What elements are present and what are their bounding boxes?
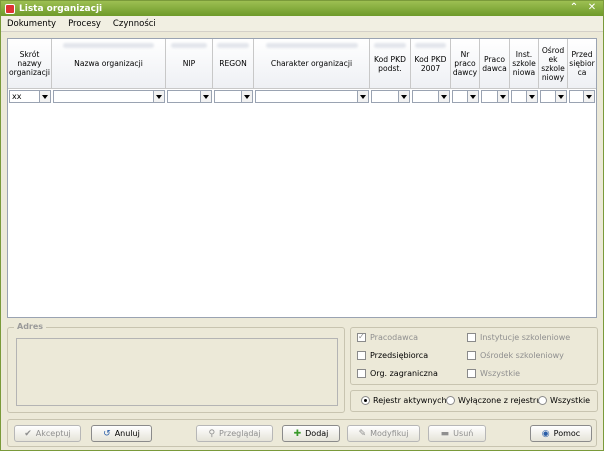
search-icon: ⚲ (208, 428, 216, 439)
chevron-down-icon[interactable] (357, 91, 368, 102)
col-header-regon[interactable]: REGON (213, 39, 254, 89)
menu-bar: Dokumenty Procesy Czynności (1, 16, 603, 32)
delete-button[interactable]: ▬ Usuń (428, 425, 486, 442)
instytucje-checkbox[interactable]: Instytucje szkoleniowe (467, 333, 570, 342)
close-icon[interactable]: ✕ (585, 2, 599, 15)
browse-button[interactable]: ⚲ Przeglądaj (196, 425, 273, 442)
organizations-grid[interactable]: Skrót nazwy organizacji Nazwa organizacj… (7, 38, 597, 318)
wylaczone-radio[interactable]: Wyłączone z rejestru (446, 396, 541, 405)
help-icon: ◉ (541, 428, 550, 439)
chevron-down-icon[interactable] (153, 91, 164, 102)
col-header-nr-pracodawcy[interactable]: Nr praco dawcy (451, 39, 480, 89)
title-bar: Lista organizacji ⌃ ✕ (1, 1, 603, 16)
menu-procesy[interactable]: Procesy (62, 19, 107, 29)
filter-charakter[interactable] (255, 90, 369, 103)
wszystkie-radio[interactable]: Wszystkie (538, 396, 590, 405)
filter-skrot[interactable]: xx (9, 90, 51, 103)
flags-group: Pracodawca Instytucje szkoleniowe Przeds… (350, 327, 598, 385)
filter-nip[interactable] (167, 90, 212, 103)
help-button[interactable]: ◉ Pomoc (530, 425, 592, 442)
col-header-osrodek[interactable]: Ośrod ek szkole niowy (539, 39, 568, 89)
chevron-down-icon[interactable] (526, 91, 537, 102)
filter-przedsiebiorca[interactable] (569, 90, 595, 103)
organization-list-window: Lista organizacji ⌃ ✕ Dokumenty Procesy … (0, 0, 604, 451)
chevron-down-icon[interactable] (438, 91, 449, 102)
edit-icon: ✎ (358, 428, 367, 439)
wszystkie-checkbox[interactable]: Wszystkie (467, 369, 520, 378)
pracodawca-checkbox[interactable]: Pracodawca (357, 332, 418, 342)
col-header-inst-szkoleniowa[interactable]: Inst. szkole niowa (510, 39, 539, 89)
col-header-pkd-podst[interactable]: Kod PKD podst. (370, 39, 411, 89)
rejestr-aktywnych-radio[interactable]: Rejestr aktywnych (361, 396, 447, 405)
chevron-down-icon[interactable] (467, 91, 478, 102)
col-header-nip[interactable]: NIP (166, 39, 213, 89)
collapse-icon[interactable]: ⌃ (567, 2, 581, 15)
cancel-button[interactable]: ↺ Anuluj (91, 425, 152, 442)
col-header-nazwa[interactable]: Nazwa organizacji (52, 39, 166, 89)
chevron-down-icon[interactable] (241, 91, 252, 102)
filter-nazwa[interactable] (53, 90, 165, 103)
filter-inst-szkoleniowa[interactable] (511, 90, 538, 103)
add-button[interactable]: ✚ Dodaj (282, 425, 340, 442)
plus-icon: ✚ (293, 428, 302, 439)
address-group: Adres (7, 322, 345, 413)
zagraniczna-checkbox[interactable]: Org. zagraniczna (357, 369, 438, 378)
filter-regon[interactable] (214, 90, 253, 103)
col-header-przedsiebiorca[interactable]: Przed siębior ca (568, 39, 596, 89)
chevron-down-icon[interactable] (497, 91, 508, 102)
filter-pracodawca[interactable] (481, 90, 509, 103)
window-title: Lista organizacji (19, 3, 103, 14)
address-text-area (16, 338, 338, 406)
registry-group: Rejestr aktywnych Wyłączone z rejestru W… (350, 390, 598, 412)
checkmark-icon: ✔ (24, 428, 32, 439)
chevron-down-icon[interactable] (555, 91, 566, 102)
minus-icon: ▬ (440, 428, 450, 439)
address-title: Adres (14, 322, 47, 331)
col-header-pkd-2007[interactable]: Kod PKD 2007 (411, 39, 451, 89)
chevron-down-icon[interactable] (398, 91, 409, 102)
filter-pkd-podst[interactable] (371, 90, 410, 103)
menu-czynnosci[interactable]: Czynności (107, 19, 162, 29)
menu-dokumenty[interactable]: Dokumenty (1, 19, 62, 29)
col-header-charakter[interactable]: Charakter organizacji (254, 39, 370, 89)
chevron-down-icon[interactable] (200, 91, 211, 102)
app-icon (5, 3, 15, 14)
chevron-down-icon[interactable] (583, 91, 594, 102)
undo-icon: ↺ (103, 428, 111, 439)
accept-button[interactable]: ✔ Akceptuj (14, 425, 81, 442)
osrodek-checkbox[interactable]: Ośrodek szkoleniowy (467, 351, 564, 360)
modify-button[interactable]: ✎ Modyfikuj (347, 425, 420, 442)
przedsiebiorca-checkbox[interactable]: Przedsiębiorca (357, 351, 428, 360)
filter-nr-pracodawcy[interactable] (452, 90, 479, 103)
chevron-down-icon[interactable] (39, 91, 50, 102)
filter-pkd-2007[interactable] (412, 90, 450, 103)
col-header-pracodawca[interactable]: Praco dawca (480, 39, 510, 89)
filter-osrodek[interactable] (540, 90, 567, 103)
col-header-skrot[interactable]: Skrót nazwy organizacji (8, 39, 52, 89)
